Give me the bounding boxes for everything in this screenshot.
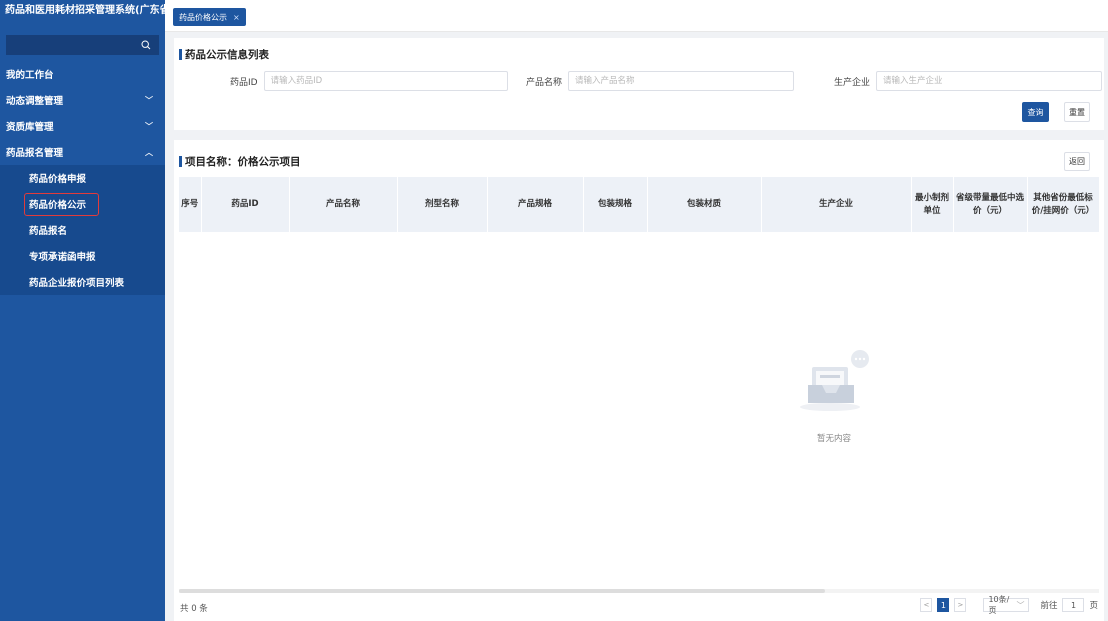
manufacturer-field: 生产企业 (834, 71, 1103, 91)
search-panel: 药品公示信息列表 药品ID 产品名称 生产企业 查询 重置 (174, 38, 1104, 130)
submenu-item-quote-projects[interactable]: 药品企业报价项目列表 (0, 269, 165, 295)
empty-text: 暂无内容 (816, 434, 851, 444)
column-header: 生产企业 (761, 177, 912, 232)
total-count: 共 0 条 (180, 604, 208, 614)
submenu-item-price-declare[interactable]: 药品价格申报 (0, 165, 165, 191)
page-size-value: 10条/页 (988, 595, 1010, 615)
chevron-down-icon: ﹀ (1016, 600, 1025, 610)
column-header: 产品规格 (487, 177, 584, 232)
field-label: 产品名称 (526, 77, 563, 88)
list-panel: 项目名称：价格公示项目 返回 序号 药品ID 产品名称 剂型名称 产品规格 包装… (174, 140, 1104, 621)
menu-item-label: 资质库管理 (6, 122, 54, 133)
table-header-row: 序号 药品ID 产品名称 剂型名称 产品规格 包装规格 包装材质 生产企业 最小… (179, 177, 1100, 232)
section-title: 药品公示信息列表 (179, 47, 269, 62)
empty-inbox-icon (800, 350, 869, 411)
prev-page-button[interactable]: < (920, 598, 933, 612)
section-title: 项目名称：价格公示项目 (179, 154, 301, 169)
product-name-field: 产品名称 (526, 71, 795, 91)
submenu-item-price-publicity[interactable]: 药品价格公示 (0, 191, 165, 217)
product-name-input[interactable] (568, 71, 795, 91)
back-button[interactable]: 返回 (1064, 152, 1090, 171)
submenu: 药品价格申报 药品价格公示 药品报名 专项承诺函申报 药品企业报价项目列表 (0, 165, 165, 295)
menu-item-workbench[interactable]: 我的工作台 (0, 61, 165, 87)
search-icon[interactable] (141, 40, 151, 50)
pagination: < 1 > 10条/页 ﹀ 前往 1 页 (920, 595, 1098, 615)
tab-price-publicity[interactable]: 药品价格公示 × (173, 8, 246, 26)
price-table: 序号 药品ID 产品名称 剂型名称 产品规格 包装规格 包装材质 生产企业 最小… (179, 177, 1100, 232)
column-header: 省级带量最低中选价（元） (953, 177, 1028, 232)
chevron-down-icon: ﹀ (145, 121, 153, 131)
column-header: 最小制剂单位 (911, 177, 954, 232)
chevron-down-icon: ﹀ (145, 95, 153, 105)
sidebar: 药品和医用耗材招采管理系统(广东省) 我的工作台 动态调整管理 ﹀ 资质库管理 … (0, 0, 165, 621)
menu-item-dynamic-adjust[interactable]: 动态调整管理 ﹀ (0, 87, 165, 113)
sidebar-search[interactable] (6, 35, 159, 55)
column-header: 包装材质 (647, 177, 762, 232)
menu-item-label: 药品报名管理 (6, 148, 64, 159)
field-label: 生产企业 (834, 77, 871, 88)
menu-item-drug-registration[interactable]: 药品报名管理 ︿ (0, 139, 165, 165)
submenu-item-commitment-letter[interactable]: 专项承诺函申报 (0, 243, 165, 269)
table-footer: 共 0 条 < 1 > 10条/页 ﹀ 前往 1 页 (174, 595, 1104, 619)
menu-item-label: 动态调整管理 (6, 96, 64, 107)
manufacturer-input[interactable] (876, 71, 1103, 91)
horizontal-scrollbar[interactable] (179, 589, 1099, 593)
query-button[interactable]: 查询 (1022, 102, 1049, 122)
page-unit-label: 页 (1089, 601, 1098, 611)
reset-button[interactable]: 重置 (1064, 102, 1090, 122)
page-number[interactable]: 1 (937, 598, 950, 612)
column-header: 包装规格 (583, 177, 648, 232)
column-header: 药品ID (201, 177, 290, 232)
tab-label: 药品价格公示 (179, 12, 227, 22)
chevron-up-icon: ︿ (145, 147, 153, 157)
field-label: 药品ID (230, 77, 258, 88)
column-header: 序号 (179, 177, 202, 232)
drug-id-field: 药品ID (230, 71, 508, 91)
tab-bar: 药品价格公示 × (165, 0, 1108, 32)
app-title: 药品和医用耗材招采管理系统(广东省) (5, 5, 165, 16)
sidebar-menu: 我的工作台 动态调整管理 ﹀ 资质库管理 ﹀ 药品报名管理 ︿ 药品价格申报 药… (0, 61, 165, 295)
column-header: 产品名称 (289, 177, 398, 232)
scrollbar-thumb[interactable] (179, 589, 825, 593)
submenu-item-drug-signup[interactable]: 药品报名 (0, 217, 165, 243)
empty-state: 暂无内容 (794, 345, 874, 444)
menu-item-qualification[interactable]: 资质库管理 ﹀ (0, 113, 165, 139)
drug-id-input[interactable] (263, 71, 508, 91)
column-header: 其他省份最低标价/挂网价（元） (1027, 177, 1100, 232)
column-header: 剂型名称 (397, 177, 488, 232)
goto-page-input[interactable]: 1 (1062, 598, 1085, 612)
goto-label: 前往 (1040, 601, 1058, 611)
menu-item-label: 我的工作台 (6, 70, 54, 81)
page-size-select[interactable]: 10条/页 ﹀ (983, 595, 1030, 615)
close-icon[interactable]: × (233, 13, 240, 22)
next-page-button[interactable]: > (954, 598, 967, 612)
